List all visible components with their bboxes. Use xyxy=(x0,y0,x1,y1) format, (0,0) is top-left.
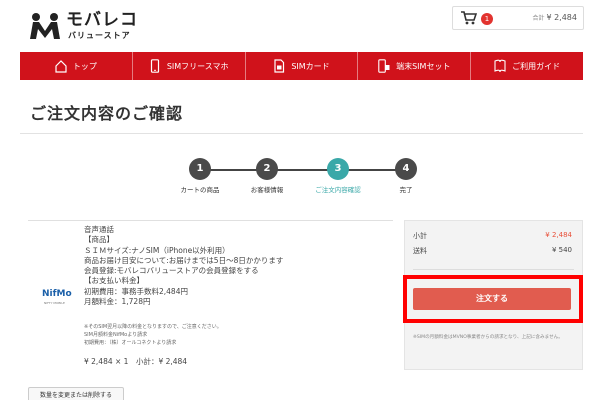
checkout-stepper: 1 カートの商品 2 お客様情報 3 ご注文内容確認 4 完了 xyxy=(180,158,430,198)
step-label: ご注文内容確認 xyxy=(315,186,361,194)
nav-item-label: 端末SIMセット xyxy=(396,61,451,71)
nav-item-label: ご利用ガイド xyxy=(512,61,561,71)
home-icon xyxy=(55,60,67,73)
logo-mark-icon xyxy=(30,13,60,39)
cart-total-label: 合計 xyxy=(532,15,545,22)
cart-count-badge: 1 xyxy=(481,13,493,25)
site-logo[interactable]: モバレコ バリューストア xyxy=(28,10,138,44)
step-complete: 4 完了 xyxy=(376,158,436,194)
guide-book-icon xyxy=(494,59,506,73)
product-note: SIM月額料金NifMoより請求 xyxy=(84,332,148,339)
summary-divider xyxy=(413,269,574,270)
product-note: 初期費用：（株）オールコネクトより請求 xyxy=(84,340,177,347)
product-line: 初期費用：事務手数料2,484円 xyxy=(84,286,188,296)
change-quantity-button[interactable]: 数量を変更または削除する xyxy=(28,387,124,400)
product-line: 【商品】 xyxy=(84,235,114,245)
phone-sim-set-icon xyxy=(378,59,390,73)
nav-item-top[interactable]: トップ xyxy=(20,52,133,80)
place-order-button[interactable]: 注文する xyxy=(413,288,571,310)
product-brand-logo: NifMo xyxy=(42,289,72,299)
nav-item-label: SIMフリースマホ xyxy=(166,61,229,71)
order-item: NifMo NIFTY MOBILE 音声通話 【商品】 ＳＩＭサイズ:ナノSI… xyxy=(28,220,393,370)
subtotal-value: ¥ 2,484 xyxy=(545,231,572,239)
product-brand: NifMo xyxy=(42,289,72,299)
product-line: 【お支払い料金】 xyxy=(84,276,144,286)
step-cart: 1 カートの商品 xyxy=(170,158,230,194)
product-line: 月額料金：1,728円 xyxy=(84,297,151,307)
page-title: ご注文内容のご確認 xyxy=(30,104,184,123)
product-line: ＳＩＭサイズ:ナノSIM（iPhone以外利用） xyxy=(84,245,230,255)
cart-icon xyxy=(461,11,477,25)
nav-item-phone-sim-set[interactable]: 端末SIMセット xyxy=(358,52,472,80)
step-label: お客様情報 xyxy=(250,186,284,194)
cart-summary-button[interactable]: 1 合計 ¥ 2,484 xyxy=(452,6,584,30)
step-number: 4 xyxy=(395,158,417,180)
cart-total-value: ¥ 2,484 xyxy=(546,13,577,22)
site-header: モバレコ バリューストア 1 合計 ¥ 2,484 xyxy=(0,0,600,52)
product-brand-sub: NIFTY MOBILE xyxy=(44,301,65,305)
step-number: 1 xyxy=(189,158,211,180)
product-details: 音声通話 【商品】 ＳＩＭサイズ:ナノSIM（iPhone以外利用） 商品お届け… xyxy=(84,225,283,307)
nav-item-sim-free-phone[interactable]: SIMフリースマホ xyxy=(133,52,246,80)
step-label: カートの商品 xyxy=(180,186,220,194)
subtotal-label: 小計 xyxy=(413,232,427,240)
product-line: 商品お届け目安について:お届けまでは5日〜8日かかります xyxy=(84,255,284,265)
shipping-row: 送料 ¥ 540 xyxy=(413,246,572,256)
product-line: 会員登録:モバレコバリューストアの会員登録をする xyxy=(84,266,259,276)
step-customer-info: 2 お客様情報 xyxy=(237,158,297,194)
step-number: 2 xyxy=(256,158,278,180)
title-divider xyxy=(20,133,583,134)
cart-total: 合計 ¥ 2,484 xyxy=(532,13,577,22)
product-price-line: ¥ 2,484 × 1 小計：¥ 2,484 xyxy=(84,357,188,366)
order-summary: 小計 ¥ 2,484 送料 ¥ 540 注文する ※SIMの月額料金はMVNO事… xyxy=(404,220,583,370)
smartphone-icon xyxy=(150,59,159,73)
shipping-label: 送料 xyxy=(413,247,427,255)
product-notes: ※そのSIM翌月以降の料金となりますので、ご注意ください。 SIM月額料金Nif… xyxy=(84,323,222,348)
sim-card-icon xyxy=(274,59,285,73)
summary-note: ※SIMの月額料金はMVNO事業者からの請求となり、上記に含みません。 xyxy=(413,335,563,340)
product-note: ※そのSIM翌月以降の料金となりますので、ご注意ください。 xyxy=(84,324,222,330)
step-number: 3 xyxy=(327,158,349,180)
step-label: 完了 xyxy=(399,186,413,194)
nav-item-label: SIMカード xyxy=(291,61,330,71)
shipping-value: ¥ 540 xyxy=(551,246,572,254)
subtotal-row: 小計 ¥ 2,484 xyxy=(413,231,572,241)
product-line: 音声通話 xyxy=(84,225,114,234)
logo-text: モバレコ xyxy=(66,10,138,30)
logo-subtext: バリューストア xyxy=(68,31,131,40)
nav-item-sim-card[interactable]: SIMカード xyxy=(246,52,359,80)
nav-item-label: トップ xyxy=(72,61,97,71)
main-nav: トップ SIMフリースマホ SIMカード 端末SIMセット ご利用ガイド xyxy=(20,52,583,80)
nav-item-guide[interactable]: ご利用ガイド xyxy=(471,52,583,80)
step-order-confirm: 3 ご注文内容確認 xyxy=(308,158,368,194)
